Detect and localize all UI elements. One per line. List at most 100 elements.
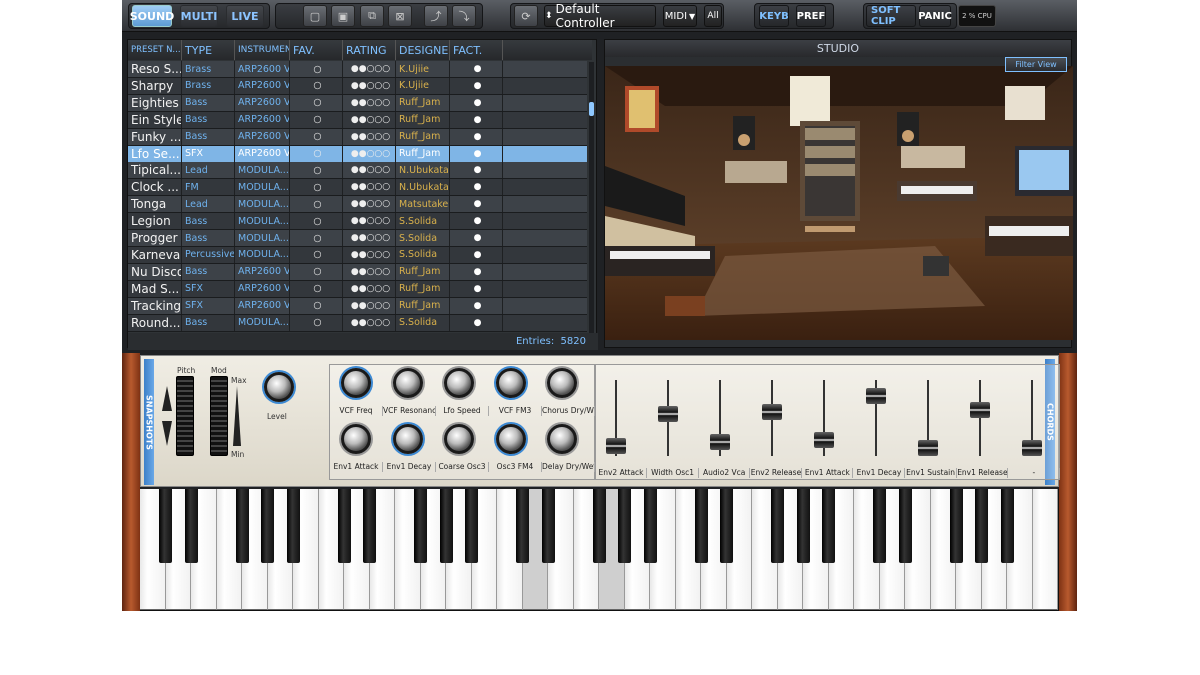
knob-label[interactable]: Coarse Osc3 (436, 462, 489, 472)
save-as-icon[interactable]: ⧉ (360, 5, 384, 27)
fav-toggle[interactable]: ○ (290, 128, 343, 145)
knob-delay-dry-wet[interactable] (547, 424, 577, 454)
scrollbar[interactable] (589, 62, 594, 347)
knob-label[interactable]: Osc3 FM4 (489, 462, 542, 472)
new-preset-icon[interactable]: ▢ (303, 5, 327, 27)
knob-label[interactable]: Delay Dry/Wet (542, 462, 595, 472)
black-key[interactable] (822, 489, 835, 563)
panic-button[interactable]: PANIC (918, 5, 952, 27)
slider-handle[interactable] (1022, 440, 1042, 456)
col-fav[interactable]: FAV. (290, 40, 343, 60)
black-key[interactable] (949, 489, 963, 563)
tab-multi[interactable]: MULTI (180, 5, 218, 27)
black-key[interactable] (286, 489, 300, 563)
preset-row[interactable]: Tipical... Lead MODULA... ○ ●●○○○ N.Ubukata ● (128, 162, 587, 180)
black-key[interactable] (184, 489, 198, 563)
knob-label[interactable]: Env1 Decay (383, 462, 436, 472)
knob-chorus-dry-wet[interactable] (547, 368, 577, 398)
preset-row[interactable]: Progger Bass MODULA... ○ ●●○○○ S.Solida ● (128, 230, 587, 247)
preset-row[interactable]: Funky ... Bass ARP2600 V ○ ●●○○○ Ruff_Jam ● (128, 128, 587, 146)
slider-label[interactable]: Env2 Release (751, 468, 802, 478)
col-type[interactable]: TYPE (182, 40, 235, 60)
slider-label[interactable]: Env1 Release (957, 468, 1009, 478)
knob-env1-decay[interactable] (393, 424, 423, 454)
knob-coarse-osc3[interactable] (444, 424, 474, 454)
black-key[interactable] (363, 489, 376, 563)
knob-lfo-speed[interactable] (444, 368, 474, 398)
soft-clip-button[interactable]: SOFT CLIP (866, 5, 916, 27)
delete-icon[interactable]: ⊠ (388, 5, 412, 27)
fav-toggle[interactable]: ○ (290, 213, 343, 230)
black-key[interactable] (516, 489, 529, 563)
preset-row[interactable]: Legion Bass MODULA... ○ ●●○○○ S.Solida ● (128, 213, 587, 231)
tab-sound[interactable]: SOUND (130, 5, 174, 27)
fav-toggle[interactable]: ○ (290, 297, 343, 314)
snapshots-tab[interactable]: SNAPSHOTS (144, 359, 154, 485)
preset-row[interactable]: Lfo Se... SFX ARP2600 V ○ ●●○○○ Ruff_Jam ● (128, 145, 587, 163)
fav-toggle[interactable]: ○ (290, 111, 343, 128)
level-knob[interactable] (264, 372, 294, 402)
preset-row[interactable]: Nu Disco Bass ARP2600 V ○ ●●○○○ Ruff_Jam ● (128, 263, 587, 281)
black-key[interactable] (618, 489, 631, 563)
midi-channel-all[interactable]: All (704, 5, 722, 27)
black-key[interactable] (337, 489, 351, 563)
black-key[interactable] (898, 489, 912, 563)
black-key[interactable] (592, 489, 606, 563)
black-key[interactable] (873, 489, 886, 563)
pref-button[interactable]: PREF (796, 5, 826, 27)
fav-toggle[interactable]: ○ (290, 196, 343, 213)
slider-handle[interactable] (814, 432, 834, 448)
black-key[interactable] (643, 489, 657, 563)
preset-row[interactable]: Karneval Percussive MODULA... ○ ●●○○○ S.Solid… (128, 246, 587, 264)
black-key[interactable] (261, 489, 274, 563)
knob-label[interactable]: Lfo Speed (436, 406, 489, 416)
slider-label[interactable]: Env1 Sustain (906, 468, 957, 478)
slider-handle[interactable] (918, 440, 938, 456)
slider-label[interactable]: Env1 Decay (854, 468, 905, 478)
col-rating[interactable]: RATING (343, 40, 396, 60)
slider-handle[interactable] (970, 402, 990, 418)
mod-wheel[interactable] (210, 376, 228, 456)
black-key[interactable] (439, 489, 453, 563)
black-key[interactable] (414, 489, 427, 563)
black-key[interactable] (465, 489, 478, 563)
fav-toggle[interactable]: ○ (290, 162, 343, 179)
slider-handle[interactable] (658, 406, 678, 422)
import-icon[interactable]: ⤴ (424, 5, 448, 27)
knob-label[interactable]: VCF Freq (330, 406, 383, 416)
knob-vcf-freq[interactable] (341, 368, 371, 398)
white-key[interactable] (1032, 489, 1058, 610)
knob-label[interactable]: Chorus Dry/Wet (542, 406, 595, 416)
slider-label[interactable]: - (1009, 468, 1060, 478)
preset-row[interactable]: Eighties Bass ARP2600 V ○ ●●○○○ Ruff_Jam ● (128, 94, 587, 112)
fav-toggle[interactable]: ○ (290, 94, 343, 111)
knob-label[interactable]: Env1 Attack (330, 462, 383, 472)
pitch-wheel[interactable] (176, 376, 194, 456)
black-key[interactable] (975, 489, 988, 563)
slider-label[interactable]: Env2 Attack (596, 468, 647, 478)
fav-toggle[interactable]: ○ (290, 77, 343, 94)
black-key[interactable] (1000, 489, 1014, 563)
knob-label[interactable]: VCF Resonance (383, 406, 436, 416)
preset-row[interactable]: Sharpy Brass ARP2600 V ○ ●●○○○ K.Ujiie ● (128, 77, 587, 95)
save-icon[interactable]: ▣ (331, 5, 355, 27)
knob-osc3-fm4[interactable] (496, 424, 526, 454)
black-key[interactable] (771, 489, 784, 563)
black-key[interactable] (796, 489, 810, 563)
preset-row[interactable]: Tonga Lead MODULA... ○ ●●○○○ Matsutake ● (128, 196, 587, 214)
scroll-thumb[interactable] (589, 102, 594, 116)
tab-live[interactable]: LIVE (226, 5, 264, 27)
black-key[interactable] (541, 489, 555, 563)
refresh-icon[interactable]: ⟳ (514, 5, 538, 27)
slider-handle[interactable] (710, 434, 730, 450)
preset-row[interactable]: Mad S... SFX ARP2600 V ○ ●●○○○ Ruff_Jam ● (128, 280, 587, 298)
knob-vcf-resonance[interactable] (393, 368, 423, 398)
slider-label[interactable]: Audio2 Vca (699, 468, 751, 478)
black-key[interactable] (720, 489, 733, 563)
fav-toggle[interactable]: ○ (290, 314, 343, 331)
slider-label[interactable]: Env1 Attack (802, 468, 854, 478)
midi-select[interactable]: MIDI ▼ (663, 5, 697, 27)
fav-toggle[interactable]: ○ (290, 280, 343, 297)
col-instrument[interactable]: INSTRUMENT (235, 40, 290, 60)
slider-label[interactable]: Width Osc1 (648, 468, 699, 478)
